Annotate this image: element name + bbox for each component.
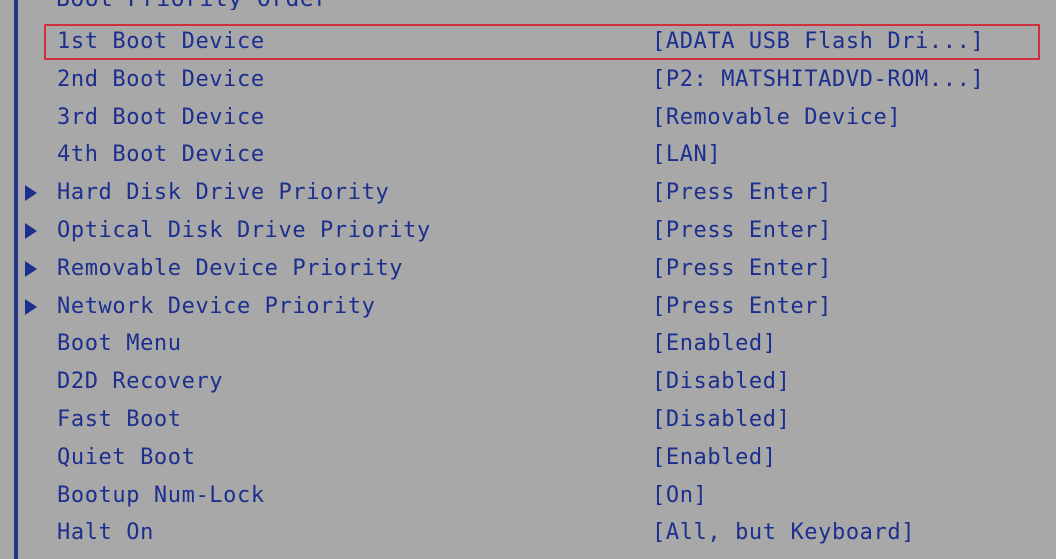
- setting-row-bootup-num-lock[interactable]: Bootup Num-Lock [On]: [0, 477, 1056, 515]
- setting-value[interactable]: [Removable Device]: [652, 99, 901, 137]
- setting-label: Boot Menu: [57, 331, 182, 357]
- setting-label: Halt On: [57, 520, 154, 546]
- triangle-right-icon: [23, 250, 39, 288]
- setting-row-quiet-boot[interactable]: Quiet Boot [Enabled]: [0, 439, 1056, 477]
- setting-label: 3rd Boot Device: [57, 104, 265, 130]
- setting-value[interactable]: [Enabled]: [652, 325, 777, 363]
- setting-value[interactable]: [Disabled]: [652, 401, 790, 439]
- submenu-row-network-device-priority[interactable]: Network Device Priority [Press Enter]: [0, 288, 1056, 326]
- submenu-row-hard-disk-drive-priority[interactable]: Hard Disk Drive Priority [Press Enter]: [0, 174, 1056, 212]
- setting-label: Optical Disk Drive Priority: [57, 217, 431, 243]
- setting-label: 1st Boot Device: [57, 29, 265, 54]
- setting-label: Bootup Num-Lock: [57, 482, 265, 508]
- submenu-row-removable-device-priority[interactable]: Removable Device Priority [Press Enter]: [0, 250, 1056, 288]
- submenu-row-optical-disk-drive-priority[interactable]: Optical Disk Drive Priority [Press Enter…: [0, 212, 1056, 250]
- setting-value[interactable]: [LAN]: [652, 136, 721, 174]
- setting-row-fast-boot[interactable]: Fast Boot [Disabled]: [0, 401, 1056, 439]
- setting-row-3rd-boot-device[interactable]: 3rd Boot Device [Removable Device]: [0, 99, 1056, 137]
- section-header-fragment: Boot Priority Order: [56, 0, 329, 10]
- setting-label: 2nd Boot Device: [57, 66, 265, 92]
- setting-value[interactable]: [Press Enter]: [652, 174, 832, 212]
- setting-label: D2D Recovery: [57, 369, 224, 395]
- setting-label: Removable Device Priority: [57, 255, 404, 281]
- setting-row-1st-boot-device[interactable]: 1st Boot Device [ADATA USB Flash Dri...]: [0, 23, 1056, 61]
- setting-value[interactable]: [Press Enter]: [652, 212, 832, 250]
- setting-value[interactable]: [Press Enter]: [652, 288, 832, 326]
- setting-row-2nd-boot-device[interactable]: 2nd Boot Device [P2: MATSHITADVD-ROM...]: [0, 61, 1056, 99]
- setting-value[interactable]: [Enabled]: [652, 439, 777, 477]
- setting-value[interactable]: [On]: [652, 477, 707, 515]
- setting-value[interactable]: [Press Enter]: [652, 250, 832, 288]
- setting-value[interactable]: [Disabled]: [652, 363, 790, 401]
- setting-label: Hard Disk Drive Priority: [57, 180, 390, 206]
- setting-value[interactable]: [P2: MATSHITADVD-ROM...]: [652, 61, 984, 99]
- setting-row-d2d-recovery[interactable]: D2D Recovery [Disabled]: [0, 363, 1056, 401]
- setting-row-4th-boot-device[interactable]: 4th Boot Device [LAN]: [0, 136, 1056, 174]
- setting-value[interactable]: [ADATA USB Flash Dri...]: [652, 23, 984, 61]
- triangle-right-icon: [23, 174, 39, 212]
- setting-value[interactable]: [All, but Keyboard]: [652, 514, 915, 552]
- setting-row-halt-on[interactable]: Halt On [All, but Keyboard]: [0, 514, 1056, 552]
- boot-settings-list: 1st Boot Device [ADATA USB Flash Dri...]…: [0, 23, 1056, 552]
- triangle-right-icon: [23, 288, 39, 326]
- setting-label: Fast Boot: [57, 406, 182, 432]
- setting-label: Quiet Boot: [57, 444, 196, 470]
- setting-label: 4th Boot Device: [57, 142, 265, 168]
- triangle-right-icon: [23, 212, 39, 250]
- setting-label: Network Device Priority: [57, 293, 376, 319]
- setting-row-boot-menu[interactable]: Boot Menu [Enabled]: [0, 325, 1056, 363]
